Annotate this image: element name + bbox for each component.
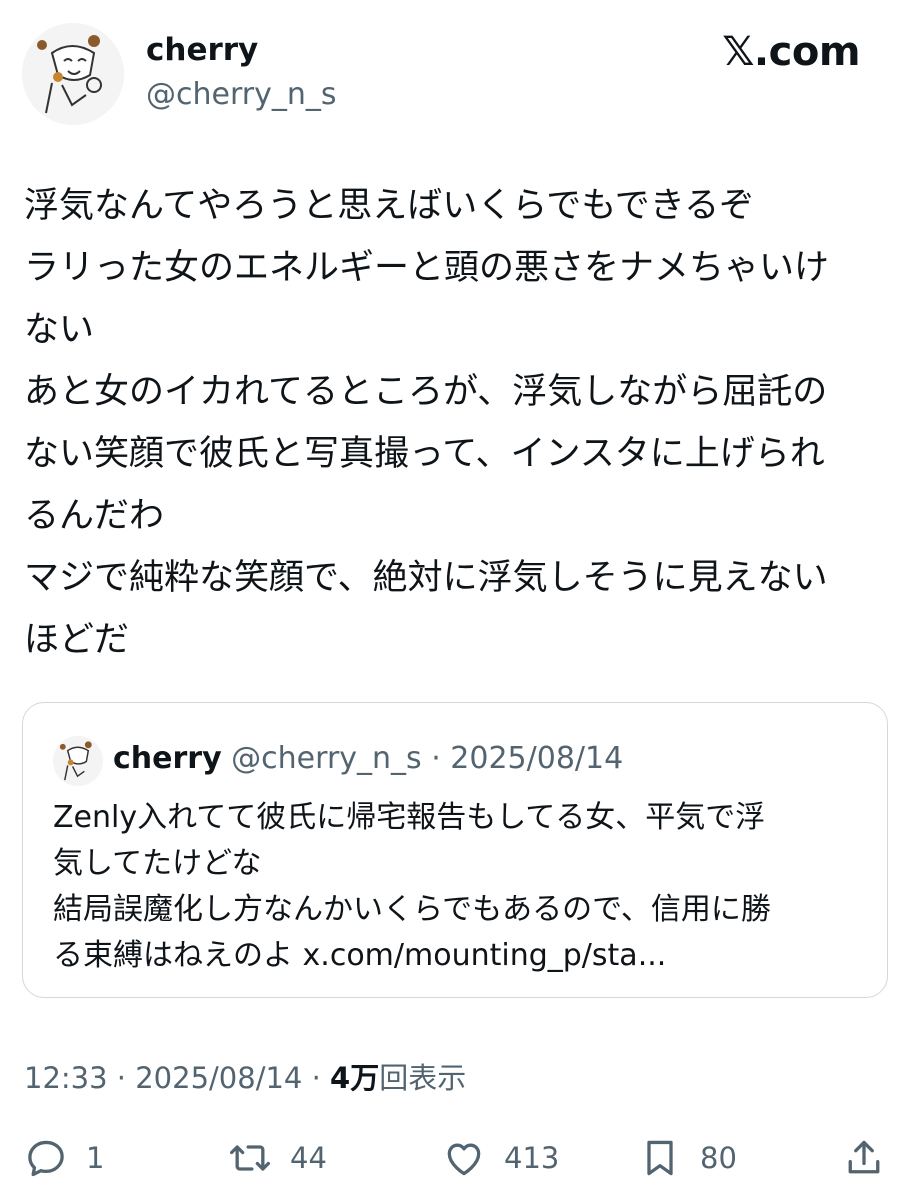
reply-icon (28, 1140, 64, 1177)
share-icon (848, 1140, 880, 1174)
like-icon (447, 1143, 481, 1176)
retweet-count: 44 (290, 1141, 327, 1175)
quoted-line: 結局誤魔化し方なんかいくらでもあるので、信用に勝 (53, 892, 771, 927)
tweet-line: ラリった女のエネルギーと頭の悪さをナメちゃいけ (24, 248, 830, 288)
tweet-text: 浮気なんてやろうと思えばいくらでもできるぞ ラリった女のエネルギーと頭の悪さをナ… (24, 175, 884, 671)
tweet-line: ない笑顔で彼氏と写真撮って、インスタに上げられ (24, 434, 825, 474)
author-avatar[interactable] (22, 23, 124, 125)
author-handle[interactable]: @cherry_n_s (146, 76, 337, 114)
share-button[interactable] (842, 1130, 886, 1186)
like-button[interactable]: 413 (442, 1130, 559, 1186)
tweet-line: るんだわ (24, 496, 165, 536)
reply-button[interactable]: 1 (24, 1130, 104, 1186)
tweet-line: あと女のイカれてるところが、浮気しながら屈託の (24, 372, 828, 412)
bookmark-icon (647, 1140, 673, 1176)
retweet-icon (230, 1145, 270, 1171)
quoted-author-name: cherry (113, 741, 222, 776)
action-bar: 1 44 413 80 (0, 1130, 912, 1186)
quoted-tweet-card[interactable]: cherry @cherry_n_s · 2025/08/14 Zenly入れて… (22, 702, 888, 998)
avatar-illustration (22, 23, 124, 125)
quoted-author-meta: @cherry_n_s · 2025/08/14 (221, 741, 624, 776)
tweet-line: ほどだ (24, 620, 130, 660)
quoted-avatar-illustration (53, 736, 103, 786)
quoted-line: る束縛はねえのよ x.com/mounting_p/sta... (53, 938, 667, 973)
tweet-timestamp[interactable]: 12:33 · 2025/08/14 · (24, 1061, 330, 1095)
author-name[interactable]: cherry (146, 30, 258, 70)
views-label: 回表示 (379, 1061, 467, 1095)
views-count: 4万 (330, 1061, 380, 1095)
quoted-line: 気してたけどな (53, 846, 262, 881)
quoted-line: Zenly入れてて彼氏に帰宅報告もしてる女、平気で浮 (53, 800, 766, 835)
quoted-tweet-header: cherry @cherry_n_s · 2025/08/14 (113, 739, 623, 779)
bookmark-count: 80 (700, 1141, 737, 1175)
retweet-button[interactable]: 44 (228, 1130, 327, 1186)
tweet-meta: 12:33 · 2025/08/14 · 4万回表示 (24, 1058, 466, 1098)
quoted-tweet-text: Zenly入れてて彼氏に帰宅報告もしてる女、平気で浮 気してたけどな 結局誤魔化… (53, 795, 863, 979)
reply-count: 1 (86, 1141, 105, 1175)
x-com-logo: 𝕏.com (722, 29, 860, 75)
tweet-line: ない (24, 310, 95, 350)
tweet-line: マジで純粋な笑顔で、絶対に浮気しそうに見えない (24, 558, 828, 598)
like-count: 413 (504, 1141, 560, 1175)
quoted-author-avatar (53, 736, 103, 786)
bookmark-button[interactable]: 80 (638, 1130, 737, 1186)
tweet-line: 浮気なんてやろうと思えばいくらでもできるぞ (24, 186, 755, 226)
